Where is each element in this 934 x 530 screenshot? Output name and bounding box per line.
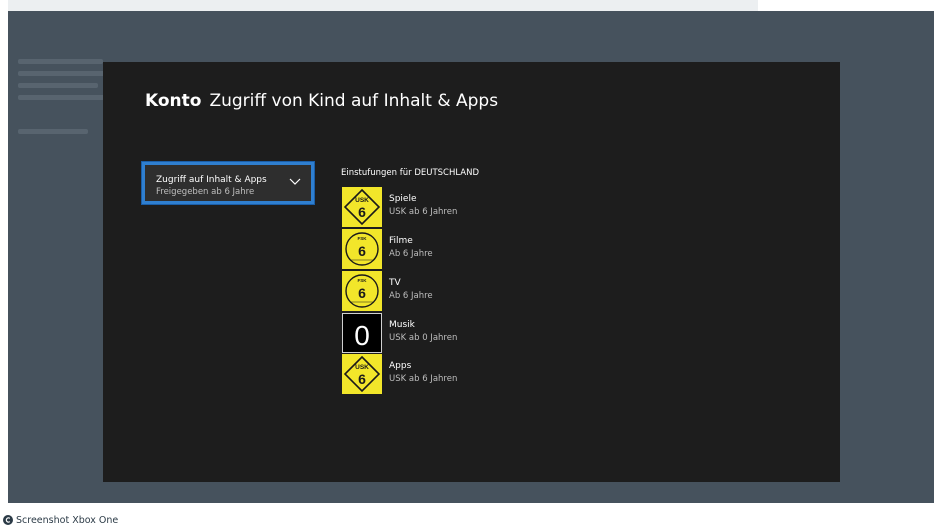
rating-0-icon: 0 (342, 313, 382, 353)
dropdown-value: Freigegeben ab 6 Jahre (156, 187, 255, 197)
rating-value: Ab 6 Jahre (389, 291, 433, 301)
svg-text:6: 6 (358, 243, 366, 259)
usk-6-icon: USK 6 (342, 187, 382, 227)
svg-text:USK: USK (355, 364, 369, 371)
rating-item-musik: 0 Musik USK ab 0 Jahren (342, 313, 542, 353)
image-caption: Screenshot Xbox One (0, 510, 145, 530)
settings-panel: Konto Zugriff von Kind auf Inhalt & Apps … (103, 62, 840, 482)
chevron-down-icon (289, 178, 301, 185)
svg-text:6: 6 (358, 371, 366, 387)
top-strip (8, 0, 758, 11)
rating-value: USK ab 0 Jahren (389, 333, 458, 343)
blurred-text (18, 129, 88, 134)
page-title-text: Zugriff von Kind auf Inhalt & Apps (209, 91, 499, 111)
page-title: Konto Zugriff von Kind auf Inhalt & Apps (145, 91, 498, 111)
rating-value: Ab 6 Jahre (389, 249, 433, 259)
svg-text:6: 6 (358, 285, 366, 301)
rating-name: Spiele (389, 194, 417, 204)
blurred-text (18, 59, 103, 64)
fsk-6-icon: FSK 6 (342, 229, 382, 269)
blurred-text (18, 95, 108, 100)
blurred-text (18, 83, 98, 88)
caption-text: Screenshot Xbox One (16, 515, 119, 526)
ratings-heading: Einstufungen für DEUTSCHLAND (341, 168, 480, 178)
rating-item-spiele: USK 6 Spiele USK ab 6 Jahren (342, 187, 542, 227)
rating-item-tv: FSK 6 TV Ab 6 Jahre (342, 271, 542, 311)
rating-name: Musik (389, 320, 415, 330)
copyright-icon (3, 515, 13, 525)
rating-item-filme: FSK 6 Filme Ab 6 Jahre (342, 229, 542, 269)
svg-text:FSK: FSK (358, 236, 368, 241)
page-title-bold: Konto (145, 91, 202, 111)
content-access-dropdown[interactable]: Zugriff auf Inhalt & Apps Freigegeben ab… (142, 162, 314, 204)
rating-value: USK ab 6 Jahren (389, 207, 458, 217)
rating-item-apps: USK 6 Apps USK ab 6 Jahren (342, 354, 542, 394)
rating-value: USK ab 6 Jahren (389, 374, 458, 384)
svg-text:FSK: FSK (358, 278, 368, 283)
blurred-text (18, 71, 113, 76)
rating-name: Apps (389, 361, 412, 371)
rating-name: Filme (389, 236, 413, 246)
fsk-6-icon: FSK 6 (342, 271, 382, 311)
svg-text:0: 0 (354, 320, 370, 351)
usk-6-icon: USK 6 (342, 354, 382, 394)
svg-text:6: 6 (358, 204, 366, 220)
svg-text:USK: USK (355, 197, 369, 204)
rating-name: TV (389, 278, 401, 288)
dropdown-label: Zugriff auf Inhalt & Apps (156, 175, 267, 185)
